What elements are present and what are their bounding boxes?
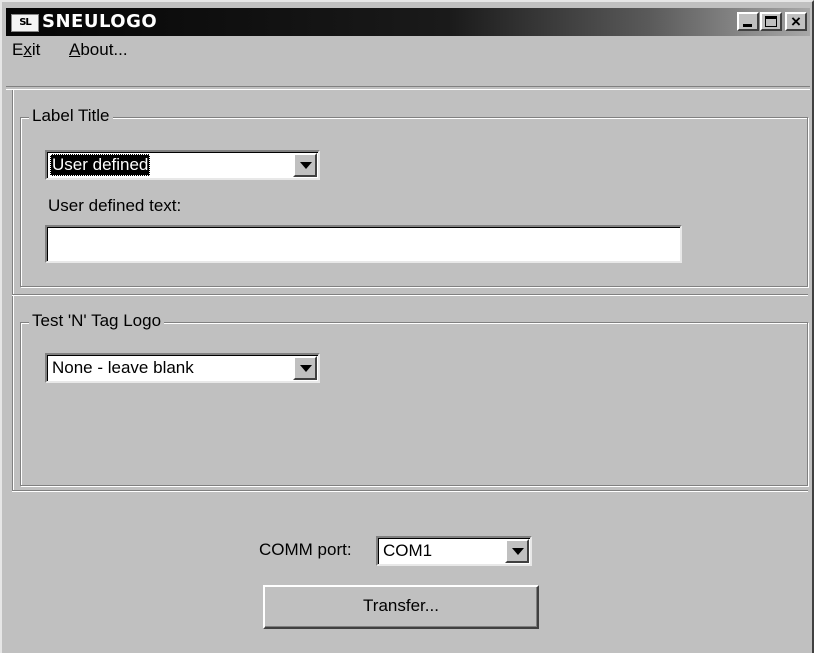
comm-port-value: COM1	[383, 541, 433, 560]
comm-port-dropdown-button[interactable]	[505, 539, 529, 563]
divider	[12, 294, 808, 296]
chevron-down-icon	[512, 548, 524, 555]
divider	[12, 490, 808, 492]
panel-edge	[12, 90, 14, 490]
logo-legend: Test 'N' Tag Logo	[29, 311, 165, 331]
minimize-button[interactable]	[737, 12, 759, 31]
user-defined-text-input[interactable]	[45, 225, 682, 263]
user-defined-text-label: User defined text:	[48, 196, 182, 215]
close-icon: ×	[791, 12, 801, 31]
window-title: SNEULOGO	[42, 11, 158, 32]
transfer-button[interactable]: Transfer...	[263, 585, 539, 629]
minimize-icon	[743, 24, 752, 27]
menu-bar: Exit About...	[6, 38, 810, 64]
logo-value: None - leave blank	[52, 358, 194, 377]
logo-group: Test 'N' Tag Logo	[20, 311, 808, 486]
menu-about[interactable]: About...	[69, 40, 128, 60]
label-title-legend: Label Title	[29, 106, 113, 126]
label-title-select[interactable]: User defined	[45, 150, 320, 180]
comm-port-select[interactable]: COM1	[376, 536, 532, 566]
label-title-dropdown-button[interactable]	[293, 153, 317, 177]
app-icon[interactable]: SL	[11, 14, 39, 32]
title-bar[interactable]: SL SNEULOGO ×	[6, 8, 810, 36]
close-button[interactable]: ×	[785, 12, 807, 31]
menu-separator	[6, 86, 810, 90]
chevron-down-icon	[300, 365, 312, 372]
logo-dropdown-button[interactable]	[293, 356, 317, 380]
menu-exit[interactable]: Exit	[12, 40, 40, 60]
chevron-down-icon	[300, 162, 312, 169]
maximize-button[interactable]	[760, 12, 782, 31]
logo-select[interactable]: None - leave blank	[45, 353, 320, 383]
comm-port-label: COMM port:	[259, 540, 352, 559]
label-title-value: User defined	[50, 154, 151, 176]
maximize-icon	[765, 16, 777, 27]
main-window: SL SNEULOGO × Exit About... Label Title …	[0, 0, 814, 653]
